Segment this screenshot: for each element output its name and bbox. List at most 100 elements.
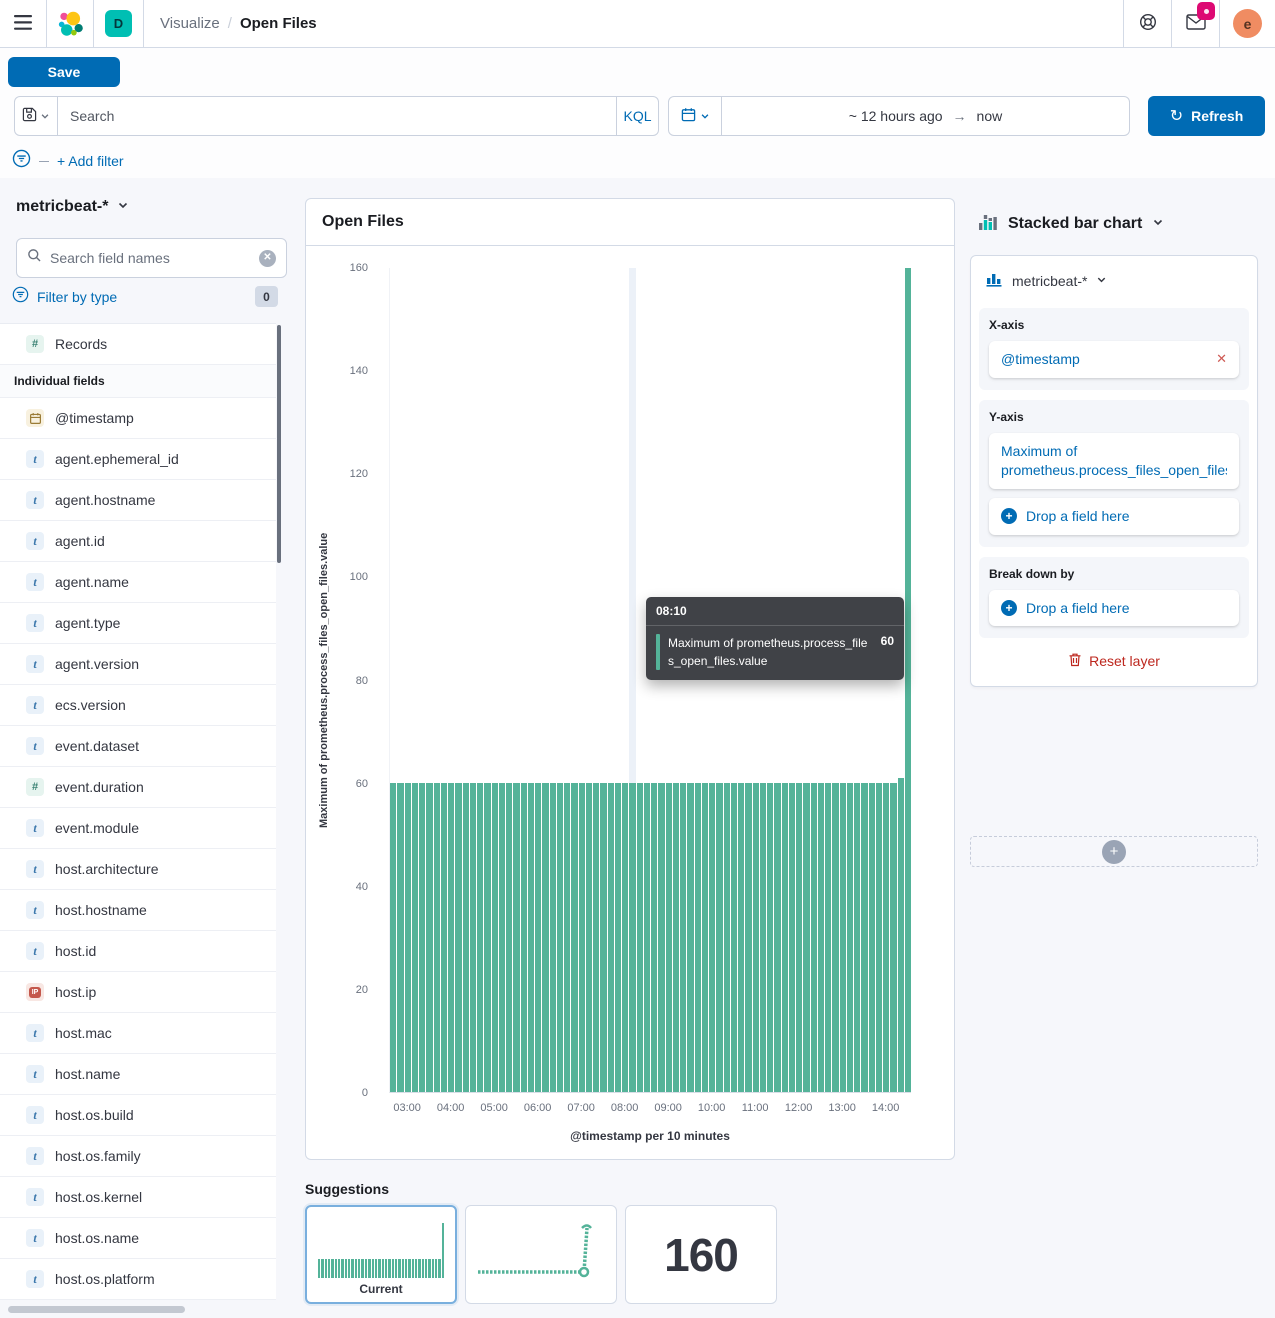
saved-query-menu-button[interactable] [14, 96, 58, 136]
y-axis-field[interactable]: Maximum of prometheus.process_files_open… [1001, 442, 1227, 480]
space-button[interactable]: D [105, 10, 132, 37]
bar[interactable] [557, 783, 563, 1092]
bar[interactable] [709, 783, 715, 1092]
chart-type-selector[interactable]: Stacked bar chart [978, 211, 1164, 236]
bar[interactable] [774, 783, 780, 1092]
bar[interactable] [499, 783, 505, 1092]
bar[interactable] [455, 783, 461, 1092]
bar[interactable] [716, 783, 722, 1092]
date-picker-button[interactable] [668, 96, 722, 136]
bar[interactable] [745, 783, 751, 1092]
clear-search-icon[interactable] [259, 250, 276, 267]
sidebar-horizontal-scrollbar[interactable] [8, 1306, 185, 1313]
sidebar-vertical-scrollbar[interactable] [277, 325, 281, 563]
time-range-from[interactable]: ~ 12 hours ago [849, 108, 943, 124]
elastic-logo-icon[interactable] [47, 0, 93, 47]
bar[interactable] [738, 783, 744, 1092]
bar[interactable] [731, 783, 737, 1092]
field-item[interactable]: #event.duration [0, 767, 276, 808]
bar[interactable] [760, 783, 766, 1092]
reset-layer-button[interactable]: Reset layer [979, 652, 1249, 670]
field-item[interactable]: @timestamp [0, 398, 276, 439]
bar[interactable] [622, 783, 628, 1092]
field-item[interactable]: tagent.name [0, 562, 276, 603]
bar[interactable] [680, 783, 686, 1092]
bar[interactable] [905, 268, 911, 1092]
bar[interactable] [825, 783, 831, 1092]
refresh-button[interactable]: Refresh [1148, 96, 1265, 136]
bar[interactable] [535, 783, 541, 1092]
bar[interactable] [890, 783, 896, 1092]
chevron-down-icon[interactable] [1096, 272, 1107, 290]
field-item[interactable]: thost.os.platform [0, 1259, 276, 1300]
suggestion-metric[interactable]: 160 [625, 1205, 777, 1304]
bar[interactable] [898, 778, 904, 1092]
bar[interactable] [651, 783, 657, 1092]
bar[interactable] [767, 783, 773, 1092]
bar[interactable] [608, 783, 614, 1092]
y-axis-drop-zone[interactable]: Drop a field here [989, 498, 1239, 535]
bar[interactable] [615, 783, 621, 1092]
menu-button[interactable] [0, 0, 46, 47]
bar[interactable] [782, 783, 788, 1092]
bar[interactable] [702, 783, 708, 1092]
bar[interactable] [658, 783, 664, 1092]
bar[interactable] [492, 783, 498, 1092]
help-button[interactable] [1124, 0, 1171, 47]
filter-icon[interactable] [12, 149, 31, 173]
field-item[interactable]: thost.os.family [0, 1136, 276, 1177]
field-item[interactable]: thost.name [0, 1054, 276, 1095]
field-item[interactable]: IPhost.ip [0, 972, 276, 1013]
bar[interactable] [666, 783, 672, 1092]
bar[interactable] [600, 783, 606, 1092]
filter-by-type-button[interactable]: Filter by type 0 [12, 285, 278, 309]
bar[interactable] [637, 783, 643, 1092]
field-item[interactable]: thost.architecture [0, 849, 276, 890]
time-range-display[interactable]: ~ 12 hours ago → now [722, 96, 1130, 136]
layer-index-pattern[interactable]: metricbeat-* [1012, 273, 1087, 289]
bar[interactable] [571, 783, 577, 1092]
bar[interactable] [832, 783, 838, 1092]
field-item[interactable]: tevent.module [0, 808, 276, 849]
suggestion-line-chart[interactable] [465, 1205, 617, 1304]
field-item[interactable]: tagent.type [0, 603, 276, 644]
field-item[interactable]: tagent.id [0, 521, 276, 562]
bar[interactable] [550, 783, 556, 1092]
field-item[interactable]: tagent.version [0, 644, 276, 685]
search-query-input[interactable] [58, 96, 617, 136]
bar[interactable] [753, 783, 759, 1092]
bar[interactable] [854, 783, 860, 1092]
bar[interactable] [687, 783, 693, 1092]
field-item[interactable]: thost.hostname [0, 890, 276, 931]
x-axis-field[interactable]: @timestamp [1001, 350, 1208, 369]
chart-plot-area[interactable] [389, 268, 911, 1093]
user-avatar[interactable]: e [1233, 9, 1262, 38]
bar[interactable] [426, 783, 432, 1092]
field-item[interactable]: thost.os.kernel [0, 1177, 276, 1218]
field-item[interactable]: thost.os.name [0, 1218, 276, 1259]
field-item[interactable]: thost.id [0, 931, 276, 972]
bar[interactable] [506, 783, 512, 1092]
notifications-button[interactable] [1172, 0, 1219, 47]
field-item[interactable]: thost.os.build [0, 1095, 276, 1136]
bar[interactable] [579, 783, 585, 1092]
suggestion-current[interactable]: Current [305, 1205, 457, 1304]
bar[interactable] [840, 783, 846, 1092]
bar[interactable] [397, 783, 403, 1092]
bar[interactable] [586, 783, 592, 1092]
bar[interactable] [789, 783, 795, 1092]
bar[interactable] [477, 783, 483, 1092]
bar[interactable] [861, 783, 867, 1092]
field-item-records[interactable]: # Records [0, 324, 276, 365]
bar[interactable] [405, 783, 411, 1092]
bar[interactable] [593, 783, 599, 1092]
bar[interactable] [419, 783, 425, 1092]
field-item[interactable]: tecs.version [0, 685, 276, 726]
x-axis-dimension[interactable]: @timestamp [989, 341, 1239, 378]
bar[interactable] [629, 783, 635, 1092]
bar[interactable] [390, 783, 396, 1092]
bar[interactable] [869, 783, 875, 1092]
bar[interactable] [463, 783, 469, 1092]
field-item[interactable]: thost.mac [0, 1013, 276, 1054]
bar[interactable] [441, 783, 447, 1092]
